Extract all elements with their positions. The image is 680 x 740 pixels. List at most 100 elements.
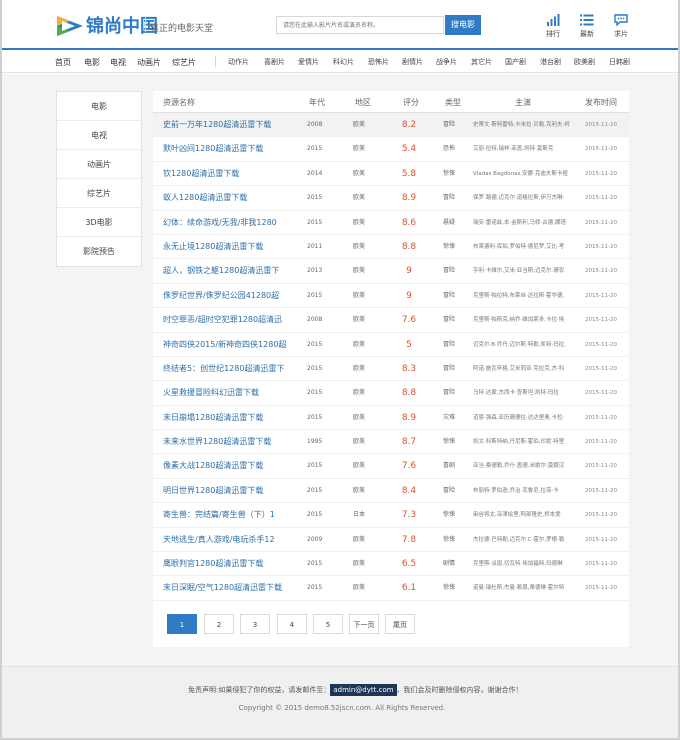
resource-title-link[interactable]: 末日崩塌1280超清迅雷下载: [163, 406, 303, 430]
nav-variety[interactable]: 综艺片: [172, 57, 196, 68]
column-header-region: 地区: [355, 98, 371, 107]
nav-domestic-series[interactable]: 国产剧: [505, 57, 526, 67]
page-button-2[interactable]: 2: [204, 614, 234, 634]
resource-score: 8.8: [401, 241, 417, 252]
table-row[interactable]: 永无止境1280超清迅雷下载 2011 欧美 8.8 惊悚 布莱德利·库珀,罗伯特·德尼罗…: [153, 235, 629, 260]
table-row[interactable]: 时空罪恶/超时空犯罪1280超清迅 2008 欧美 7.6 冒险 克里斯·帕斯克,纳乔·维…: [153, 308, 629, 333]
page-button-1[interactable]: 1: [167, 614, 197, 634]
table-row[interactable]: 蚁人1280超清迅雷下载 2015 欧美 8.9 冒险 保罗·路德,迈克尔·道格拉斯,伊万…: [153, 186, 629, 211]
resource-date: 2015-11-20: [585, 341, 617, 348]
resource-title-link[interactable]: 寄生兽：完结篇/寄生兽（下）1: [163, 503, 303, 527]
nav-anime[interactable]: 动画片: [137, 57, 161, 68]
table-row[interactable]: 未来水世界1280超清迅雷下载 1995 欧美 8.7 惊悚 凯文·科斯特纳,丹尼斯·霍珀…: [153, 430, 629, 455]
table-row[interactable]: 像素大战1280超清迅雷下载 2015 欧美 7.6 喜剧 亚当·桑德勒,乔什·盖德,米歇…: [153, 454, 629, 479]
search-input[interactable]: [276, 16, 444, 34]
resource-stars: 布丽特·罗伯逊,乔治·克鲁尼,拉菲·卡: [473, 487, 559, 494]
resource-score: 7.3: [401, 510, 417, 521]
table-row[interactable]: 钦1280超清迅雷下载 2014 欧美 5.8 惊悚 Vladas Bagdonas,安娜…: [153, 162, 629, 187]
next-page-button[interactable]: 下一页: [349, 614, 379, 634]
sidebar-item-trailers[interactable]: 影院预告: [57, 237, 141, 266]
resource-title-link[interactable]: 终结者5：创世纪1280超清迅雷下: [163, 357, 303, 381]
nav-home[interactable]: 首页: [55, 57, 71, 68]
resource-title-link[interactable]: 钦1280超清迅雷下载: [163, 162, 303, 186]
logo-icon[interactable]: [56, 15, 84, 37]
resource-title-link[interactable]: 默叶凶间1280超清迅雷下载: [163, 137, 303, 161]
sidebar-item-anime[interactable]: 动画片: [57, 150, 141, 179]
resource-stars: Vladas Bagdonas,安娜·克迪夫斯卡娅: [473, 170, 568, 177]
resource-stars: 克里斯·派恩,切瓦特·埃加福特,玛德琳: [473, 561, 563, 568]
sidebar-item-3d[interactable]: 3D电影: [57, 208, 141, 237]
resource-title-link[interactable]: 末日深眠/空气1280超清迅雷下载: [163, 576, 303, 600]
resource-title-link[interactable]: 史前一万年1280超清迅雷下载: [163, 113, 303, 137]
table-row[interactable]: 超人，钢铁之躯1280超清迅雷下 2013 欧美 9 冒险 亨利·卡维尔,艾米·亚当斯,迈…: [153, 259, 629, 284]
resource-stars: 亨利·卡维尔,艾米·亚当斯,迈克尔·珊农: [473, 268, 565, 275]
site-brand[interactable]: 锦尚中国: [86, 12, 158, 38]
page-button-3[interactable]: 3: [240, 614, 270, 634]
table-row[interactable]: 末日崩塌1280超清迅雷下载 2015 欧美 8.9 灾难 道恩·强森,亚历珊德拉·达达里…: [153, 406, 629, 431]
request-link[interactable]: 求片: [608, 14, 634, 39]
resource-title-link[interactable]: 幻体：续命游戏/无我/非我1280: [163, 211, 303, 235]
column-header-year: 年代: [309, 98, 325, 107]
resource-title-link[interactable]: 蚁人1280超清迅雷下载: [163, 186, 303, 210]
resource-region: 欧美: [353, 242, 366, 250]
resource-table: 资源名称 年代 地区 评分 类型 主演 发布时间 史前一万年1280超清迅雷下载…: [153, 91, 629, 647]
resource-score: 7.8: [401, 534, 417, 545]
resource-year: 2015: [307, 145, 323, 153]
table-row[interactable]: 鹰眼判官1280超清迅雷下载 2015 欧美 6.5 剧情 克里斯·派恩,切瓦特·埃加福特…: [153, 552, 629, 577]
sidebar-item-movies[interactable]: 电影: [57, 92, 141, 121]
table-row[interactable]: 神奇四侠2015/新神奇四侠1280超 2015 欧美 5 冒险 迈克尔·B·乔丹,迈尔斯…: [153, 333, 629, 357]
nav-western-series[interactable]: 欧美剧: [574, 57, 595, 67]
resource-title-link[interactable]: 明日世界1280超清迅雷下载: [163, 479, 303, 503]
nav-movies[interactable]: 电影: [84, 57, 100, 68]
latest-link[interactable]: 最新: [574, 14, 600, 39]
table-row[interactable]: 火星救援冒险科幻迅雷下载 2015 欧美 8.8 冒险 马特·达蒙,杰西卡·查斯坦,凯特·…: [153, 381, 629, 406]
table-row[interactable]: 终结者5：创世纪1280超清迅雷下 2015 欧美 8.3 冒险 阿诺·施瓦辛格,艾米莉亚…: [153, 357, 629, 382]
resource-date: 2015-11-20: [585, 414, 617, 421]
latest-label: 最新: [580, 30, 594, 38]
resource-title-link[interactable]: 神奇四侠2015/新神奇四侠1280超: [163, 333, 303, 357]
search-button[interactable]: 搜电影: [445, 15, 481, 35]
resource-title-link[interactable]: 未来水世界1280超清迅雷下载: [163, 430, 303, 454]
ranking-link[interactable]: 排行: [540, 14, 566, 39]
sidebar-item-variety[interactable]: 综艺片: [57, 179, 141, 208]
table-row[interactable]: 寄生兽：完结篇/寄生兽（下）1 2015 日本 7.3 惊悚 染谷将太,深津绘里,阿部隆史…: [153, 503, 629, 528]
resource-stars: 诺曼·瑞杜斯,杰曼·赖恩,桑德琳·霍尔特: [473, 585, 565, 592]
nav-other[interactable]: 其它片: [471, 57, 492, 67]
resource-title-link[interactable]: 时空罪恶/超时空犯罪1280超清迅: [163, 308, 303, 332]
page-button-5[interactable]: 5: [313, 614, 343, 634]
resource-title-link[interactable]: 像素大战1280超清迅雷下载: [163, 454, 303, 478]
nav-war[interactable]: 战争片: [436, 57, 457, 67]
table-row[interactable]: 侏罗纪世界/侏罗纪公园41280超 2015 欧美 9 冒险 克里斯·帕拉特,布莱丝·达拉…: [153, 284, 629, 309]
sidebar-item-tv[interactable]: 电视: [57, 121, 141, 150]
resource-score: 8.7: [401, 437, 417, 448]
resource-title-link[interactable]: 天地逃生/真人游戏/电玩杀手12: [163, 528, 303, 552]
resource-title-link[interactable]: 超人，钢铁之躯1280超清迅雷下: [163, 259, 303, 283]
table-row[interactable]: 史前一万年1280超清迅雷下载 2008 欧美 8.2 冒险 史蒂文·斯特雷特,卡米拉·贝…: [153, 113, 629, 138]
resource-title-link[interactable]: 鹰眼判官1280超清迅雷下载: [163, 552, 303, 576]
disclaimer-text-before: 免责声明:如果侵犯了你的权益，请发邮件至：: [188, 686, 331, 694]
nav-horror[interactable]: 恐怖片: [368, 57, 389, 67]
resource-year: 2015: [307, 584, 323, 592]
table-row[interactable]: 天地逃生/真人游戏/电玩杀手12 2009 欧美 7.8 惊悚 杰拉德·巴特勒,迈克尔·C…: [153, 528, 629, 553]
nav-tv[interactable]: 电视: [110, 57, 126, 68]
nav-romance[interactable]: 爱情片: [298, 57, 319, 67]
page-button-4[interactable]: 4: [277, 614, 307, 634]
contact-email-link[interactable]: admin@dytt.com: [330, 684, 397, 696]
resource-title-link[interactable]: 侏罗纪世界/侏罗纪公园41280超: [163, 284, 303, 308]
table-row[interactable]: 明日世界1280超清迅雷下载 2015 欧美 8.4 冒险 布丽特·罗伯逊,乔治·克鲁尼,…: [153, 479, 629, 504]
nav-action[interactable]: 动作片: [228, 57, 249, 67]
table-row[interactable]: 默叶凶间1280超清迅雷下载 2015 欧美 5.4 恐怖 艾丽·拉特,瑞林·菲盖,凯特·…: [153, 137, 629, 162]
last-page-button[interactable]: 尾页: [385, 614, 415, 634]
nav-jpkr-series[interactable]: 日韩剧: [609, 57, 630, 67]
nav-comedy[interactable]: 喜剧片: [264, 57, 285, 67]
table-row[interactable]: 幻体：续命游戏/无我/非我1280 2015 欧美 8.6 悬疑 瑞安·雷诺兹,本·金斯利…: [153, 211, 629, 235]
resource-date: 2015-11-20: [585, 292, 617, 299]
nav-drama[interactable]: 剧情片: [402, 57, 423, 67]
resource-stars: 瑞安·雷诺兹,本·金斯利,马修·古德,娜塔: [473, 219, 566, 226]
resource-title-link[interactable]: 永无止境1280超清迅雷下载: [163, 235, 303, 259]
resource-title-link[interactable]: 火星救援冒险科幻迅雷下载: [163, 381, 303, 405]
resource-score: 8.6: [401, 217, 417, 228]
nav-scifi[interactable]: 科幻片: [333, 57, 354, 67]
nav-hktw-series[interactable]: 港台剧: [540, 57, 561, 67]
table-row[interactable]: 末日深眠/空气1280超清迅雷下载 2015 欧美 6.1 惊悚 诺曼·瑞杜斯,杰曼·赖恩…: [153, 576, 629, 601]
